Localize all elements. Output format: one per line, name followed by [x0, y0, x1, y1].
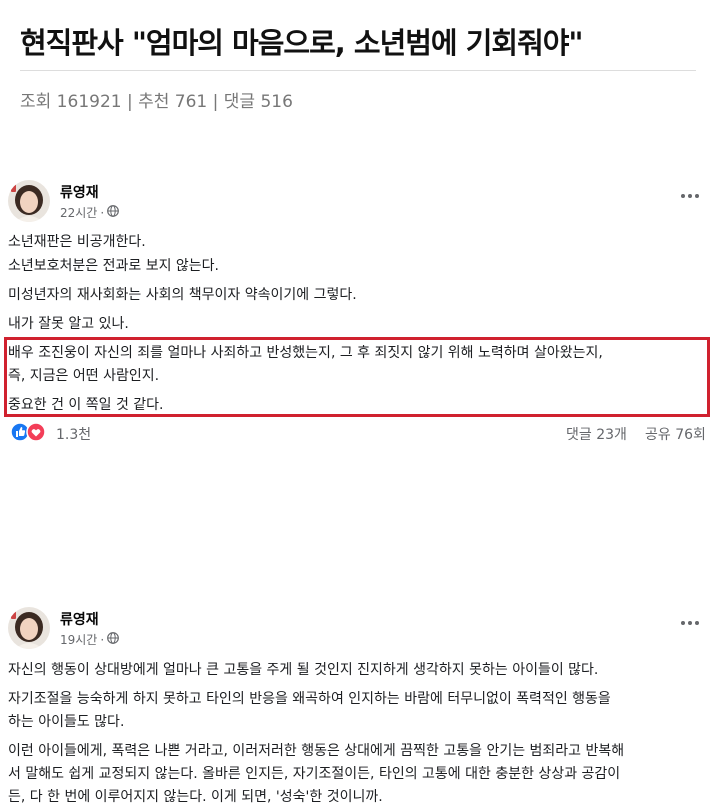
title-divider	[20, 70, 696, 71]
comments-count[interactable]: 댓글 23개	[566, 424, 627, 444]
author-name[interactable]: 류영재	[60, 609, 99, 629]
post-meta: 22시간 ·	[60, 204, 120, 221]
more-options-icon[interactable]	[678, 615, 702, 631]
reactions-bar: 1.3천 댓글 23개 공유 76회	[0, 420, 714, 446]
globe-icon	[107, 205, 120, 220]
avatar[interactable]	[8, 607, 50, 649]
shares-count[interactable]: 공유 76회	[645, 424, 706, 444]
post-paragraph: 서 말해도 쉽게 교정되지 않는다. 올바른 인지든, 자기조절이든, 타인의 …	[8, 766, 621, 782]
post-paragraph: 자기조절을 능숙하게 하지 못하고 타인의 반응을 왜곡하여 인지하는 바람에 …	[8, 691, 611, 707]
post-paragraph: 미성년자의 재사회화는 사회의 책무이자 약속이기에 그렇다.	[8, 287, 357, 303]
post-paragraph: 내가 잘못 알고 있나.	[8, 316, 129, 332]
meta-separator: ·	[100, 632, 105, 647]
avatar[interactable]	[8, 180, 50, 222]
reaction-icons[interactable]	[10, 422, 46, 446]
post-paragraph: 소년보호처분은 전과로 보지 않는다.	[8, 258, 219, 274]
reaction-count[interactable]: 1.3천	[56, 424, 91, 444]
post-paragraph: 자신의 행동이 상대방에게 얼마나 큰 고통을 주게 될 것인지 진지하게 생각…	[8, 662, 599, 678]
meta-separator: ·	[100, 205, 105, 220]
post-meta: 19시간 ·	[60, 631, 120, 648]
highlight-box	[4, 337, 710, 417]
post-time[interactable]: 22시간	[60, 204, 97, 221]
post-paragraph: 든, 다 한 번에 이루어지지 않는다. 이게 되면, '성숙'한 것이니까.	[8, 789, 383, 805]
more-options-icon[interactable]	[678, 188, 702, 204]
post-paragraph: 하는 아이들도 많다.	[8, 714, 125, 730]
author-name[interactable]: 류영재	[60, 182, 99, 202]
post-header: 류영재 19시간 ·	[0, 607, 714, 657]
post-header: 류영재 22시간 ·	[0, 180, 714, 230]
article-stats: 조회 161921 | 추천 761 | 댓글 516	[20, 92, 293, 112]
post-paragraph: 이런 아이들에게, 폭력은 나쁜 거라고, 이러저러한 행동은 상대에게 끔찍한…	[8, 743, 625, 759]
love-reaction-icon	[26, 422, 46, 446]
globe-icon	[107, 632, 120, 647]
post-paragraph: 소년재판은 비공개한다.	[8, 234, 146, 250]
article-title: 현직판사 "엄마의 마음으로, 소년범에 기회줘야"	[20, 26, 584, 60]
post-time[interactable]: 19시간	[60, 631, 97, 648]
